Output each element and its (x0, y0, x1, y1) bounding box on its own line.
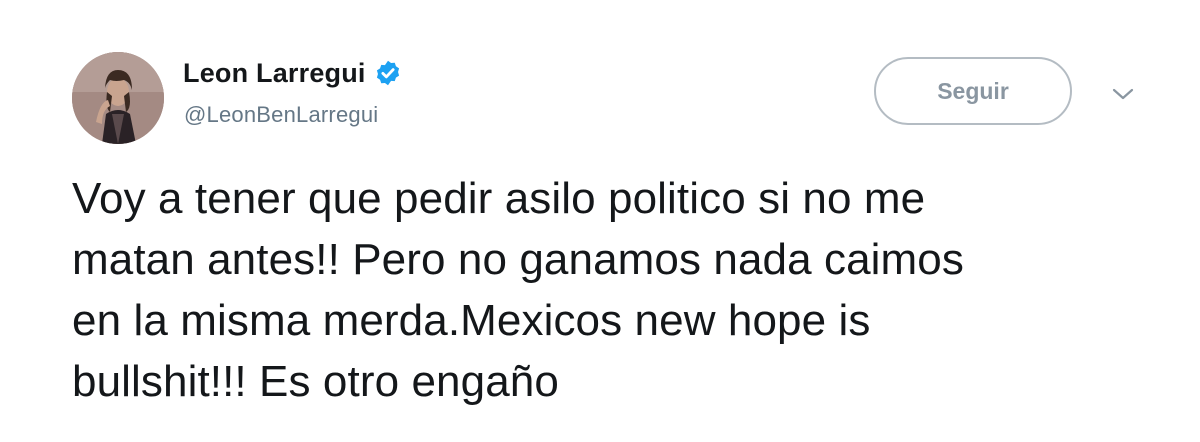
follow-button[interactable]: Seguir (874, 57, 1072, 125)
author-handle[interactable]: @LeonBenLarregui (184, 102, 378, 128)
author-display-name[interactable]: Leon Larregui (183, 58, 366, 89)
tweet-text: Voy a tener que pedir asilo politico si … (72, 174, 964, 406)
verified-badge-icon (374, 59, 402, 87)
chevron-down-icon[interactable] (1110, 84, 1136, 104)
tweet-card: Leon Larregui @LeonBenLarregui Seguir Vo… (0, 0, 1200, 442)
avatar-photo (72, 52, 164, 144)
author-name-row: Leon Larregui (183, 56, 402, 90)
avatar[interactable] (72, 52, 164, 144)
